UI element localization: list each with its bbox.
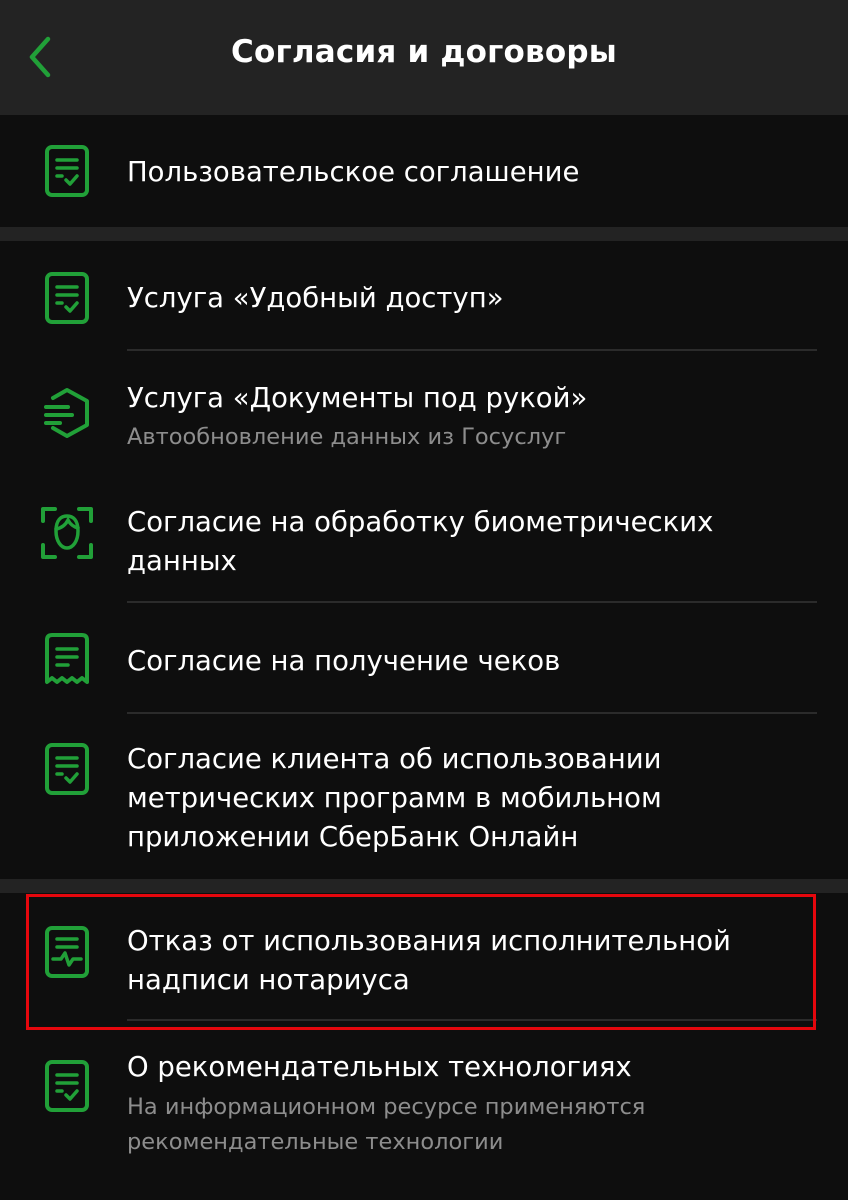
list-item-label: Согласие на обработку биометрических дан… xyxy=(127,506,714,577)
document-check-icon xyxy=(38,740,96,798)
document-check-icon xyxy=(38,269,96,327)
face-scan-icon xyxy=(38,504,96,562)
list-item-label: Согласие клиента об использовании метрич… xyxy=(127,743,662,853)
section-other: Отказ от использования исполнительной на… xyxy=(0,893,848,1200)
document-check-icon xyxy=(38,1057,96,1115)
receipt-icon xyxy=(38,631,96,689)
section-user-agreement: Пользовательское соглашение xyxy=(0,115,848,227)
list-item-recommendation-tech[interactable]: О рекомендательных технологиях На информ… xyxy=(0,1021,848,1200)
list-item-user-agreement[interactable]: Пользовательское соглашение xyxy=(0,115,848,227)
document-pulse-icon xyxy=(38,923,96,981)
page-title: Согласия и договоры xyxy=(231,34,617,70)
list-item-label: Пользовательское соглашение xyxy=(127,156,580,188)
list-item-label: Услуга «Удобный доступ» xyxy=(127,282,504,314)
list-item-convenient-access[interactable]: Услуга «Удобный доступ» xyxy=(0,241,848,351)
list-item-notary-refusal[interactable]: Отказ от использования исполнительной на… xyxy=(0,893,848,1020)
list-item-label: Услуга «Документы под рукой» xyxy=(127,382,588,414)
list-item-receipts-consent[interactable]: Согласие на получение чеков xyxy=(0,603,848,713)
list-item-biometrics-consent[interactable]: Согласие на обработку биометрических дан… xyxy=(0,478,848,602)
gosuslugi-shield-icon xyxy=(38,384,96,442)
top-bar: Согласия и договоры xyxy=(0,0,848,115)
list-item-metrics-consent[interactable]: Согласие клиента об использовании метрич… xyxy=(0,714,848,879)
list-item-label: Отказ от использования исполнительной на… xyxy=(127,925,731,996)
document-check-icon xyxy=(38,142,96,200)
list-item-subtitle: На информационном ресурсе применяются ре… xyxy=(127,1094,646,1155)
list-item-subtitle: Автообновление данных из Госуслуг xyxy=(127,424,567,450)
list-item-label: Согласие на получение чеков xyxy=(127,645,561,677)
section-services: Услуга «Удобный доступ» Услуга «Документ… xyxy=(0,241,848,879)
list-item-documents-at-hand[interactable]: Услуга «Документы под рукой» Автообновле… xyxy=(0,351,848,478)
list-item-label: О рекомендательных технологиях xyxy=(127,1051,632,1083)
